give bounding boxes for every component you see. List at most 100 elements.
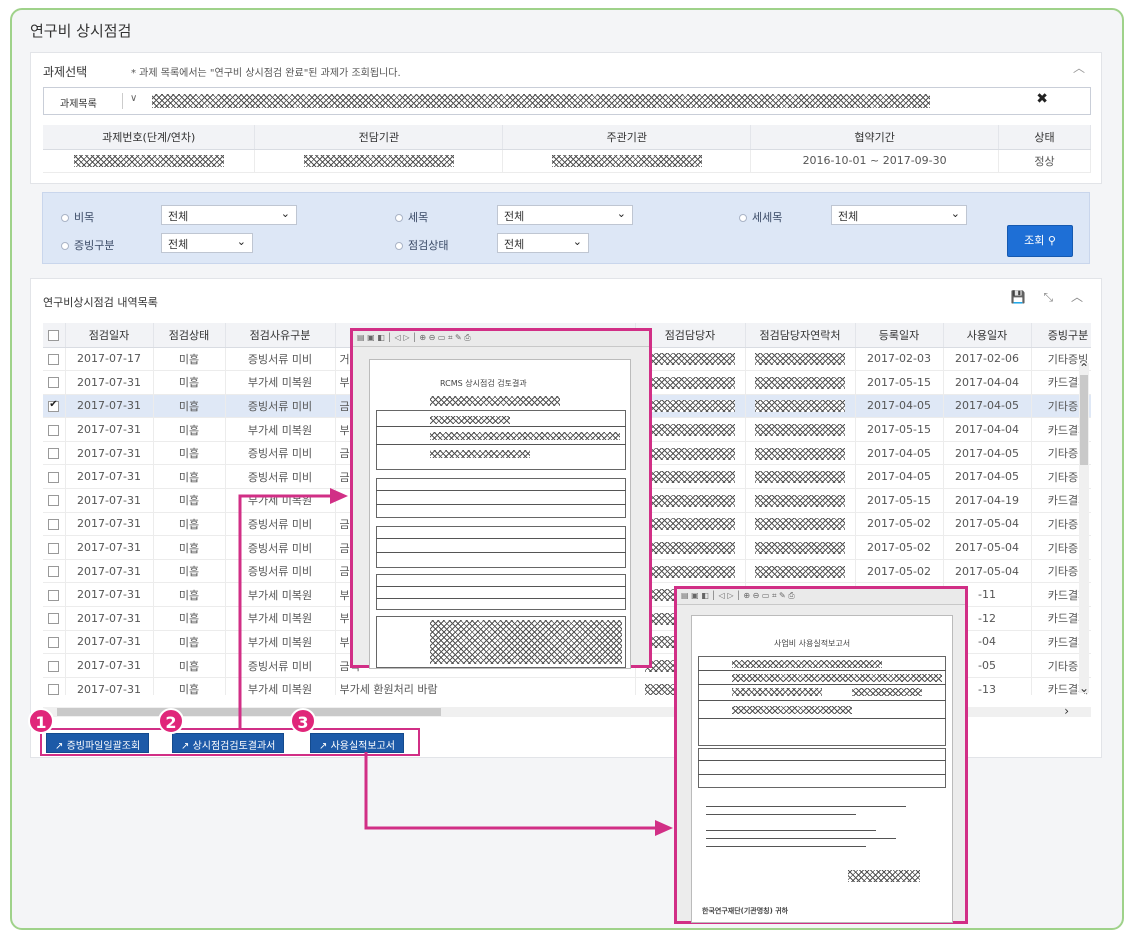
cell-check-date: 2017-07-31	[65, 512, 154, 537]
item-select[interactable]: 전체 ⌄	[161, 205, 297, 225]
subitem-select[interactable]: 전체 ⌄	[497, 205, 633, 225]
cell-checker-contact	[745, 535, 856, 560]
row-checkbox[interactable]	[43, 677, 66, 695]
preview-toolbar: ▤ ▣ ◧ │ ◁ ▷ │ ⊕ ⊖ ▭ ⌗ ✎ ⎙	[353, 331, 649, 347]
cell-checker-contact	[745, 417, 856, 442]
row-checkbox[interactable]	[43, 535, 66, 560]
cell-check-date: 2017-07-31	[65, 630, 154, 655]
row-checkbox[interactable]	[43, 630, 66, 655]
cell-reg-date: 2017-05-02	[855, 559, 944, 584]
row-checkbox[interactable]	[43, 417, 66, 442]
cell-check-state: 미흡	[153, 630, 226, 655]
row-checkbox[interactable]	[43, 559, 66, 584]
cell-check-reason: 증빙서류 미비	[225, 512, 336, 537]
cell-checker-contact	[745, 441, 856, 466]
project-dropdown[interactable]: 과제목록 ∨ ✖	[43, 87, 1091, 115]
chevron-down-icon[interactable]: ∨	[130, 93, 137, 104]
cell-reg-date: 2017-04-05	[855, 441, 944, 466]
cell-check-reason: 부가세 미복원	[225, 582, 336, 608]
filter-detail: 세세목	[739, 209, 782, 225]
col-project-no: 과제번호(단계/연차)	[43, 125, 256, 150]
step-badge-1: 1	[28, 708, 54, 734]
col-use-date: 사용일자	[943, 323, 1032, 348]
filter-evidence: 증빙구분	[61, 237, 114, 253]
cell-check-state: 미흡	[153, 606, 226, 631]
cell-reg-date: 2017-02-03	[855, 347, 944, 372]
masked-cell	[254, 149, 504, 174]
cell-check-state: 미흡	[153, 653, 226, 678]
row-checkbox[interactable]	[43, 441, 66, 466]
cell-reg-date: 2017-05-15	[855, 417, 944, 442]
filter-status: 점검상태	[395, 237, 448, 253]
collapse-icon[interactable]: ︿	[1073, 59, 1085, 76]
cell-check-date: 2017-07-17	[65, 347, 154, 372]
cell-check-reason: 부가세 미복원	[225, 606, 336, 631]
cell-check-reason: 증빙서류 미비	[225, 441, 336, 466]
save-icon[interactable]: 💾	[1011, 290, 1026, 304]
cell-check-reason: 부가세 미복원	[225, 630, 336, 655]
clear-icon[interactable]: ✖	[1036, 91, 1048, 107]
review-result-preview: ▤ ▣ ◧ │ ◁ ▷ │ ⊕ ⊖ ▭ ⌗ ✎ ⎙ RCMS 상시점검 검토결과	[350, 328, 652, 669]
row-checkbox[interactable]	[43, 394, 66, 419]
list-tools: 💾 ⤡ ︿	[1011, 288, 1083, 305]
cell-check-reason: 부가세 미복원	[225, 488, 336, 513]
row-checkbox[interactable]	[43, 582, 66, 608]
cell-check-state: 미흡	[153, 582, 226, 608]
cell-checker-contact	[745, 559, 856, 584]
chevron-down-icon: ⌄	[236, 235, 246, 248]
cell-check-state: 미흡	[153, 488, 226, 513]
doc1-title: RCMS 상시점검 검토결과	[440, 379, 527, 388]
row-checkbox[interactable]	[43, 488, 66, 513]
filter-item: 비목	[61, 209, 94, 225]
detail-select[interactable]: 전체 ⌄	[831, 205, 967, 225]
cell-reg-date: 2017-05-02	[855, 535, 944, 560]
col-period: 협약기간	[750, 125, 1000, 150]
vertical-scrollbar[interactable]: ⌃ ⌄	[1079, 362, 1089, 694]
cell-check-reason: 증빙서류 미비	[225, 559, 336, 584]
cell-check-state: 미흡	[153, 559, 226, 584]
cell-checker-contact	[745, 512, 856, 537]
cell-use-date: 2017-04-04	[943, 370, 1032, 395]
cell-check-reason: 부가세 미복원	[225, 370, 336, 395]
search-button[interactable]: 조회 ⚲	[1007, 225, 1073, 257]
evidence-select[interactable]: 전체 ⌄	[161, 233, 253, 253]
project-period: 2016-10-01 ~ 2017-09-30	[750, 149, 1000, 174]
collapse-icon[interactable]: ︿	[1071, 290, 1083, 304]
cell-check-date: 2017-07-31	[65, 464, 154, 490]
usage-report-button[interactable]: ↗ 사용실적보고서	[310, 733, 404, 753]
row-checkbox[interactable]	[43, 347, 66, 372]
row-checkbox[interactable]	[43, 370, 66, 395]
row-checkbox[interactable]	[43, 606, 66, 631]
scroll-thumb	[57, 708, 441, 716]
check-review-result-button[interactable]: ↗ 상시점검검토결과서	[172, 733, 285, 753]
row-checkbox[interactable]	[43, 653, 66, 678]
evidence-bulk-view-button[interactable]: ↗ 증빙파일일괄조회	[46, 733, 150, 753]
cell-check-date: 2017-07-31	[65, 582, 154, 608]
cell-check-date: 2017-07-31	[65, 394, 154, 419]
filter-panel: 비목 전체 ⌄ 세목 전체 ⌄ 세세목 전체 ⌄ 증빙구분 전체 ⌄ 점검상태 전체 ⌄ …	[42, 192, 1090, 264]
status-select[interactable]: 전체 ⌄	[497, 233, 589, 253]
cell-check-reason: 부가세 미복원	[225, 417, 336, 442]
expand-icon[interactable]: ⤡	[1044, 290, 1054, 304]
cell-check-reason: 증빙서류 미비	[225, 347, 336, 372]
cell-check-date: 2017-07-31	[65, 441, 154, 466]
row-checkbox[interactable]	[43, 512, 66, 537]
masked-project-name	[152, 94, 930, 108]
cell-use-date: 2017-04-05	[943, 464, 1032, 490]
cell-reason-detail: 부가세 환원처리 바람	[335, 677, 636, 695]
cell-reg-date: 2017-05-02	[855, 512, 944, 537]
cell-check-date: 2017-07-31	[65, 370, 154, 395]
filter-subitem: 세목	[395, 209, 428, 225]
col-host: 주관기관	[502, 125, 752, 150]
project-info-table: 과제번호(단계/연차) 전담기관 주관기관 협약기간 상태 2016-10-01…	[43, 125, 1091, 174]
cell-checker-contact	[745, 370, 856, 395]
select-all-checkbox[interactable]	[43, 323, 66, 348]
row-checkbox[interactable]	[43, 464, 66, 490]
cell-check-state: 미흡	[153, 464, 226, 490]
preview-paper: 사업비 사용실적보고서 한국연구재단(기관명칭) 귀하	[691, 615, 953, 923]
cell-checker-contact	[745, 347, 856, 372]
col-agency: 전담기관	[254, 125, 504, 150]
project-select-note: * 과제 목록에서는 "연구비 상시점검 완료"된 과제가 조회됩니다.	[131, 68, 401, 79]
search-icon: ⚲	[1047, 234, 1056, 247]
cell-check-date: 2017-07-31	[65, 653, 154, 678]
